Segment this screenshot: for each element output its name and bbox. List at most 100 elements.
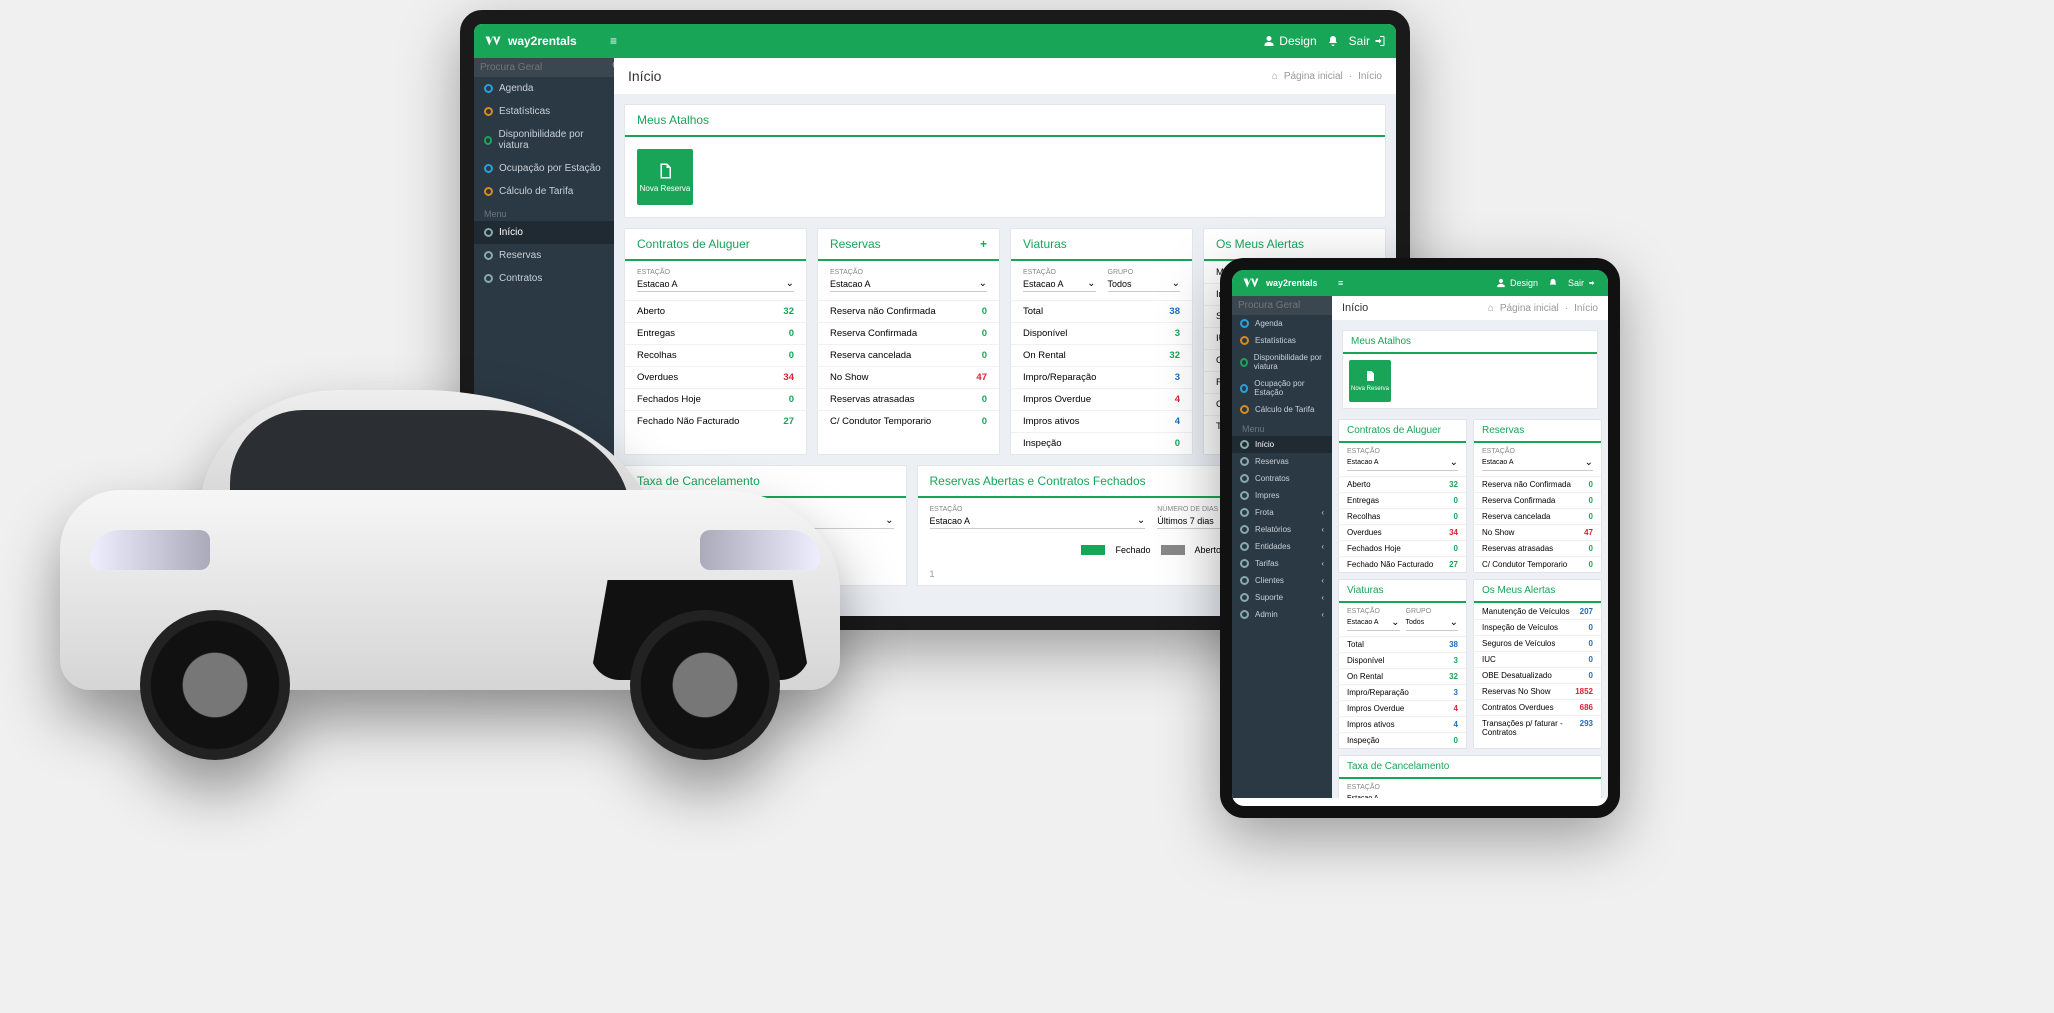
sidebar-item[interactable]: Ocupação por Estação xyxy=(1232,375,1332,401)
metric-row[interactable]: Impro/Reparação3 xyxy=(1011,366,1192,388)
sidebar-item[interactable]: Estatísticas xyxy=(1232,332,1332,349)
sidebar-item[interactable]: Início xyxy=(1232,436,1332,453)
sidebar-item[interactable]: Disponibilidade por viatura xyxy=(1232,349,1332,375)
logout-link[interactable]: Sair xyxy=(1568,278,1598,288)
metric-row[interactable]: Overdues34 xyxy=(1339,524,1466,540)
breadcrumb-home[interactable]: Página inicial xyxy=(1284,71,1343,82)
menu-toggle-icon[interactable]: ≡ xyxy=(610,34,617,48)
add-reserva-button[interactable]: + xyxy=(980,237,987,251)
metric-label: Overdues xyxy=(1347,528,1382,537)
metric-row[interactable]: Inspeção de Veículos0 xyxy=(1474,619,1601,635)
metric-row[interactable]: Transações p/ faturar - Contratos293 xyxy=(1474,715,1601,740)
metric-row[interactable]: On Rental32 xyxy=(1011,344,1192,366)
metric-row[interactable]: Reserva não Confirmada0 xyxy=(818,300,999,322)
chevron-left-icon: ‹ xyxy=(1321,559,1324,568)
home-icon[interactable]: ⌂ xyxy=(1488,303,1494,314)
filter-estacao-select[interactable]: Estacao A⌄ xyxy=(637,276,794,292)
filter-estacao-select[interactable]: Estacao A⌄ xyxy=(1482,455,1593,471)
metric-row[interactable]: Inspeção0 xyxy=(1339,732,1466,748)
metric-row[interactable]: No Show47 xyxy=(1474,524,1601,540)
notifications-icon[interactable] xyxy=(1327,35,1339,47)
search-input[interactable] xyxy=(480,62,612,73)
metric-row[interactable]: Entregas0 xyxy=(1339,492,1466,508)
sidebar-item-label: Reservas xyxy=(499,250,541,261)
metric-row[interactable]: Inspeção0 xyxy=(1011,432,1192,454)
user-menu[interactable]: Design xyxy=(1263,34,1316,48)
metric-row[interactable]: On Rental32 xyxy=(1339,668,1466,684)
filter-estacao-select[interactable]: Estacao A⌄ xyxy=(1023,276,1096,292)
metric-row[interactable]: Fechado Não Facturado27 xyxy=(1339,556,1466,572)
tile-nova-reserva[interactable]: Nova Reserva xyxy=(1349,360,1391,402)
filter-estacao-select[interactable]: Estacao A⌄ xyxy=(830,276,987,292)
metric-row[interactable]: Disponível3 xyxy=(1011,322,1192,344)
sidebar-item[interactable]: Agenda xyxy=(474,77,614,100)
metric-row[interactable]: Fechados Hoje0 xyxy=(1339,540,1466,556)
filter-grupo-select[interactable]: Todos⌄ xyxy=(1108,276,1181,292)
global-search[interactable]: 🔍 xyxy=(474,58,614,77)
metric-label: Inspeção xyxy=(1347,736,1379,745)
metric-row[interactable]: Impro/Reparação3 xyxy=(1339,684,1466,700)
sidebar-item[interactable]: Contratos xyxy=(1232,470,1332,487)
sidebar-item[interactable]: Cálculo de Tarifa xyxy=(474,180,614,203)
sidebar-item[interactable]: Relatórios‹ xyxy=(1232,521,1332,538)
metric-row[interactable]: Impros ativos4 xyxy=(1011,410,1192,432)
sidebar-item[interactable]: Reservas xyxy=(1232,453,1332,470)
sidebar-item[interactable]: Frota‹ xyxy=(1232,504,1332,521)
user-menu[interactable]: Design xyxy=(1496,278,1538,288)
filter-estacao-select[interactable]: Estacao A⌄ xyxy=(1347,791,1593,798)
metric-row[interactable]: Total38 xyxy=(1011,300,1192,322)
metric-row[interactable]: Impros ativos4 xyxy=(1339,716,1466,732)
home-icon[interactable]: ⌂ xyxy=(1272,71,1278,82)
metric-row[interactable]: Aberto32 xyxy=(1339,476,1466,492)
sidebar-item[interactable]: Reservas xyxy=(474,244,614,267)
notifications-icon[interactable] xyxy=(1548,278,1558,288)
metric-row[interactable]: Reserva cancelada0 xyxy=(1474,508,1601,524)
sidebar-item[interactable]: Clientes‹ xyxy=(1232,572,1332,589)
metric-row[interactable]: Contratos Overdues686 xyxy=(1474,699,1601,715)
sidebar-item[interactable]: Disponibilidade por viatura xyxy=(474,123,614,157)
metric-value: 38 xyxy=(1449,640,1458,649)
sidebar-item[interactable]: Contratos xyxy=(474,267,614,290)
menu-toggle-icon[interactable]: ≡ xyxy=(1338,278,1343,288)
logo-icon xyxy=(484,32,502,50)
sidebar-item[interactable]: Impres xyxy=(1232,487,1332,504)
sidebar-item[interactable]: Suporte‹ xyxy=(1232,589,1332,606)
metric-row[interactable]: Reserva Confirmada0 xyxy=(1474,492,1601,508)
sidebar-item[interactable]: Tarifas‹ xyxy=(1232,555,1332,572)
logout-link[interactable]: Sair xyxy=(1349,34,1386,48)
metric-row[interactable]: Aberto32 xyxy=(625,300,806,322)
sidebar-item[interactable]: Agenda xyxy=(1232,315,1332,332)
sidebar-section-menu: Menu xyxy=(474,203,614,221)
metric-row[interactable]: Manutenção de Veículos207 xyxy=(1474,603,1601,619)
filter-estacao-select[interactable]: Estacao A⌄ xyxy=(1347,615,1400,631)
legend-swatch-fechado xyxy=(1081,545,1105,555)
filter-estacao-select[interactable]: Estacao A⌄ xyxy=(1347,455,1458,471)
metric-label: Recolhas xyxy=(1347,512,1380,521)
sidebar-item[interactable]: Ocupação por Estação xyxy=(474,157,614,180)
filter-grupo-select[interactable]: Todos⌄ xyxy=(1406,615,1459,631)
tile-nova-reserva[interactable]: Nova Reserva xyxy=(637,149,693,205)
sidebar-item[interactable]: Estatísticas xyxy=(474,100,614,123)
metric-value: 4 xyxy=(1454,720,1458,729)
global-search[interactable]: 🔍 xyxy=(1232,296,1332,315)
metric-row[interactable]: Impros Overdue4 xyxy=(1011,388,1192,410)
metric-row[interactable]: IUC0 xyxy=(1474,651,1601,667)
metric-row[interactable]: OBE Desatualizado0 xyxy=(1474,667,1601,683)
metric-row[interactable]: Reservas No Show1852 xyxy=(1474,683,1601,699)
metric-row[interactable]: Impros Overdue4 xyxy=(1339,700,1466,716)
sidebar-item[interactable]: Entidades‹ xyxy=(1232,538,1332,555)
chevron-left-icon: ‹ xyxy=(1321,610,1324,619)
sidebar-item[interactable]: Início xyxy=(474,221,614,244)
metric-row[interactable]: C/ Condutor Temporario0 xyxy=(1474,556,1601,572)
metric-row[interactable]: Reserva não Confirmada0 xyxy=(1474,476,1601,492)
metric-row[interactable]: Disponível3 xyxy=(1339,652,1466,668)
circle-icon xyxy=(484,187,493,196)
sidebar-item[interactable]: Cálculo de Tarifa xyxy=(1232,401,1332,418)
metric-row[interactable]: Recolhas0 xyxy=(1339,508,1466,524)
metric-row[interactable]: Reservas atrasadas0 xyxy=(1474,540,1601,556)
sidebar-item[interactable]: Admin‹ xyxy=(1232,606,1332,623)
metric-row[interactable]: Total38 xyxy=(1339,636,1466,652)
filter-estacao-select[interactable]: Estacao A⌄ xyxy=(930,513,1146,529)
metric-row[interactable]: Seguros de Veículos0 xyxy=(1474,635,1601,651)
page-title: Início xyxy=(628,68,661,84)
